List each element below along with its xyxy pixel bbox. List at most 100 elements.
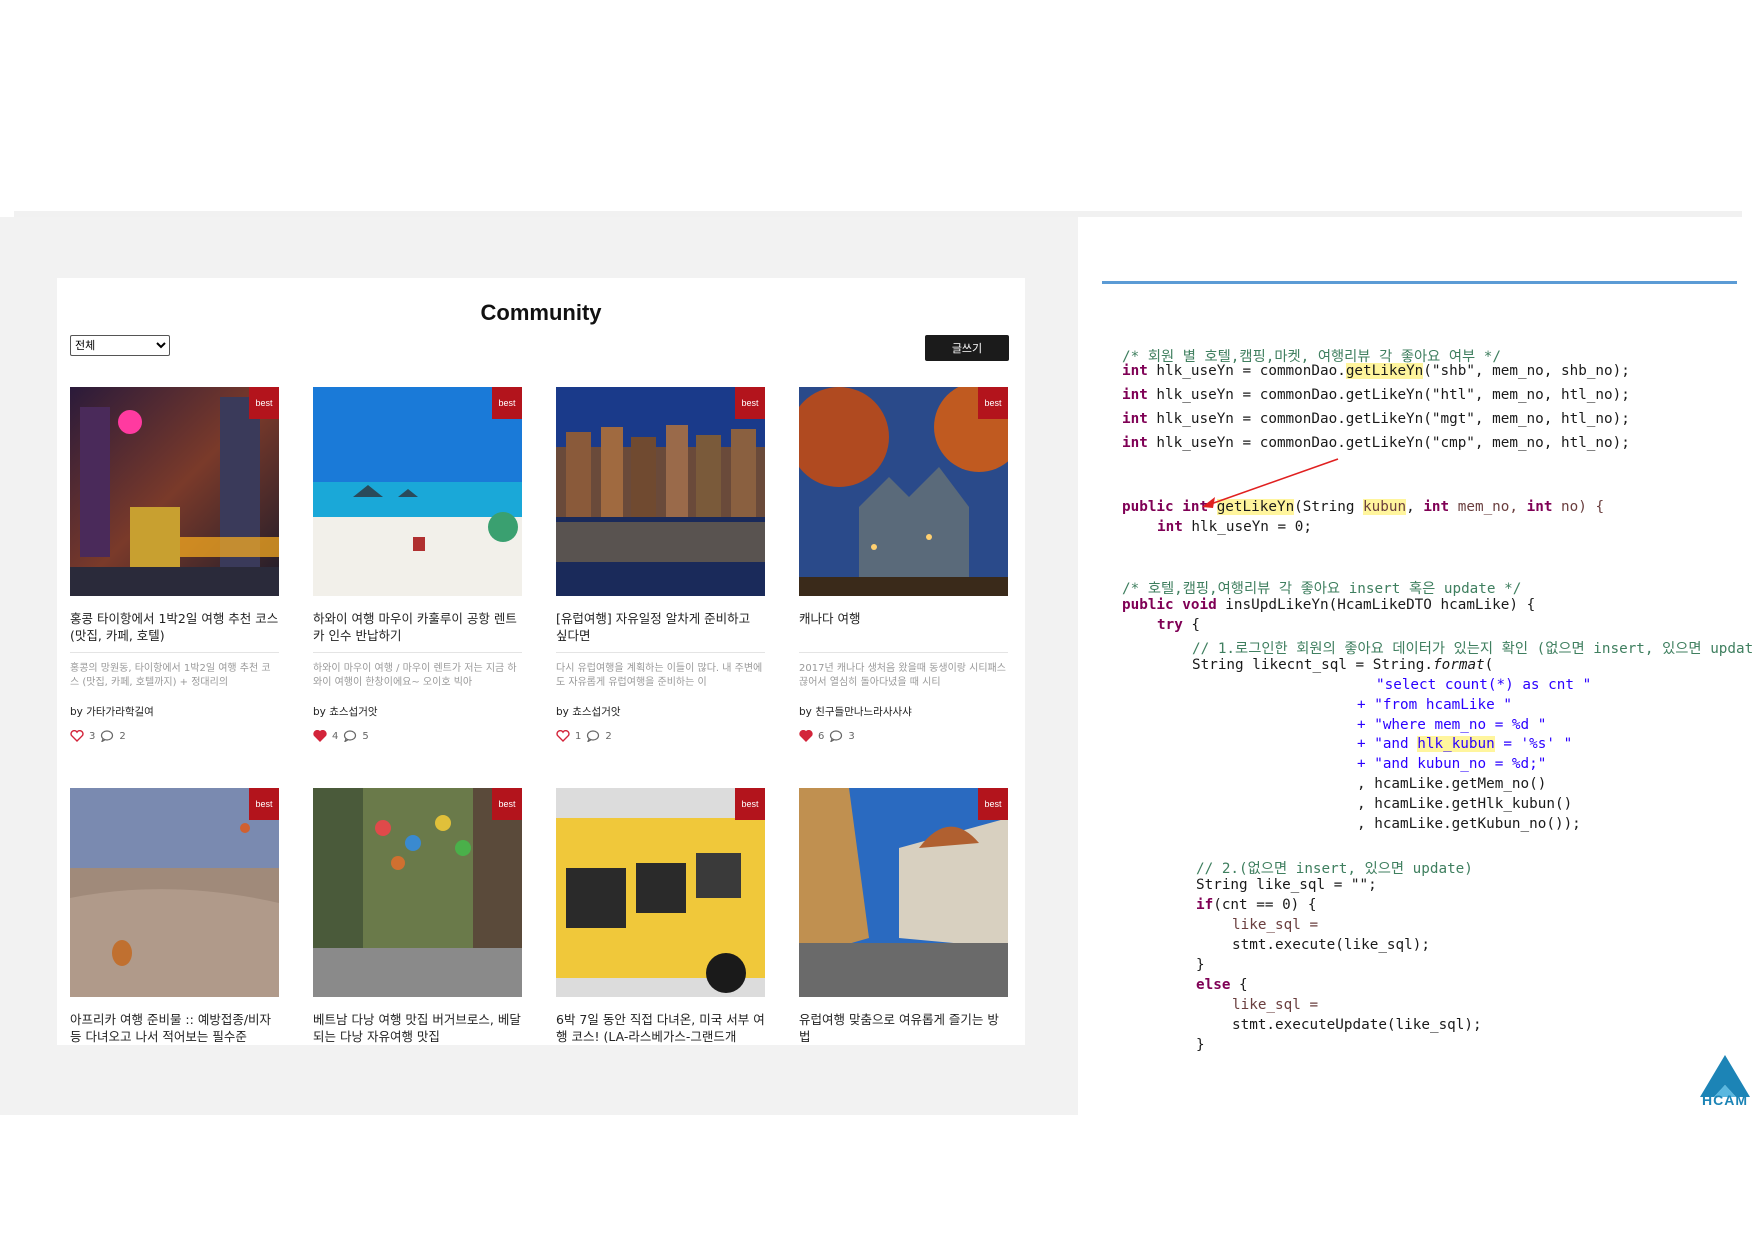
vietnam-street-image (313, 788, 522, 997)
post-title[interactable]: 베트남 다낭 여행 맛집 버거브로스, 베달 되는 다낭 자유여행 맛집 (313, 1011, 522, 1045)
florence-square-image (799, 788, 1008, 997)
post-title[interactable]: 하와이 여행 마우이 카훌루이 공항 렌트카 인수 반납하기 (313, 610, 522, 646)
code-text: hlk_useYn = commonDao. (1147, 363, 1346, 379)
comment-icon[interactable] (100, 730, 114, 742)
code-line: int hlk_useYn = commonDao.getLikeYn("mgt… (1122, 411, 1630, 427)
keyword: int (1122, 387, 1148, 403)
keyword: int (1157, 519, 1183, 535)
post-thumbnail[interactable]: best (799, 788, 1008, 997)
highlighted-call: getLikeYn (1345, 363, 1424, 379)
heart-filled-icon[interactable] (799, 730, 813, 742)
code-line: } (1196, 957, 1205, 973)
page-title: Community (480, 300, 602, 325)
code-string: + "and (1357, 736, 1418, 752)
hcam-logo-text: HCAM (1702, 1092, 1748, 1108)
keyword: int (1122, 435, 1148, 451)
code-line: if(cnt == 0) { (1196, 897, 1317, 913)
keyword: void (1182, 597, 1217, 613)
code-line: like_sql = (1232, 917, 1319, 933)
post-author: by 친구들만나느라사사샤 (799, 706, 912, 718)
post-card[interactable]: best 유럽여행 맞춤으로 여유롭게 즐기는 방법 (799, 788, 1008, 1045)
code-line: , hcamLike.getHlk_kubun() (1357, 796, 1573, 812)
post-thumbnail[interactable]: best (70, 387, 279, 596)
post-card[interactable]: best 하와이 여행 마우이 카훌루이 공항 렌트카 인수 반납하기 하와이 … (313, 387, 522, 742)
post-card[interactable]: best 캐나다 여행 2017년 캐나다 생처음 왔을때 동생이랑 시티패스 … (799, 387, 1008, 742)
keyword: public (1122, 499, 1174, 515)
code-text: mem_no, (1449, 499, 1527, 515)
heart-outline-icon[interactable] (70, 730, 84, 742)
post-title[interactable]: 캐나다 여행 (799, 610, 1008, 646)
post-title[interactable]: 유럽여행 맞춤으로 여유롭게 즐기는 방법 (799, 1011, 1008, 1045)
code-line: int hlk_useYn = commonDao.getLikeYn("htl… (1122, 387, 1630, 403)
code-text: hlk_useYn = commonDao.getLikeYn("mgt", m… (1147, 411, 1630, 427)
post-title[interactable]: [유럽여행] 자유일정 알차게 준비하고 싶다면 (556, 610, 765, 646)
canada-chateau-image (799, 387, 1008, 596)
code-text: ( (1484, 657, 1494, 673)
post-card[interactable]: best 6박 7일 동안 직접 다녀온, 미국 서부 여행 코스! (LA-라… (556, 788, 765, 1045)
best-badge: best (978, 387, 1008, 419)
code-text: (cnt == 0) { (1213, 897, 1317, 913)
post-card[interactable]: best 홍콩 타이항에서 1박2일 여행 추천 코스(맛집, 카페, 호텔) … (70, 387, 279, 742)
heart-outline-icon[interactable] (556, 730, 570, 742)
keyword: int (1423, 499, 1450, 515)
post-card[interactable]: best 베트남 다낭 여행 맛집 버거브로스, 베달 되는 다낭 자유여행 맛… (313, 788, 522, 1045)
comment-icon[interactable] (829, 730, 843, 742)
post-author: by 쵸스섭거앗 (313, 706, 378, 718)
code-line: String like_sql = ""; (1196, 877, 1377, 893)
post-excerpt: 하와이 마우이 여행 / 마우이 렌트가 저는 지금 하와이 여행이 한창이에요… (313, 663, 517, 688)
best-badge: best (735, 387, 765, 419)
post-card[interactable]: best [유럽여행] 자유일정 알차게 준비하고 싶다면 다시 유럽여행을 계… (556, 387, 765, 742)
post-excerpt: 홍콩의 망원동, 타이항에서 1박2일 여행 추천 코스 (맛집, 카페, 호텔… (70, 663, 271, 688)
code-comment: // 2.(없으면 insert, 있으면 update) (1196, 861, 1473, 877)
best-badge: best (249, 387, 279, 419)
keyword: public (1122, 597, 1174, 613)
like-count: 3 (89, 730, 96, 742)
community-page: Community 전체 글쓰기 best 홍콩 타이항에서 1박2일 여행 추… (57, 278, 1025, 1045)
highlighted-param: kubun (1363, 499, 1407, 515)
code-line: } (1196, 1037, 1205, 1053)
post-stats: 4 5 (313, 730, 522, 742)
code-string: + "where mem_no = %d " (1357, 717, 1547, 733)
post-thumbnail[interactable]: best (313, 788, 522, 997)
card-divider (313, 652, 522, 653)
heart-filled-icon[interactable] (313, 730, 327, 742)
code-comment: /* 호텔,캠핑,여행리뷰 각 좋아요 insert 혹은 update */ (1122, 581, 1522, 597)
post-thumbnail[interactable]: best (556, 387, 765, 596)
keyword: else (1196, 977, 1231, 993)
card-divider (70, 652, 279, 653)
post-thumbnail[interactable]: best (70, 788, 279, 997)
comment-icon[interactable] (586, 730, 600, 742)
code-text: { (1182, 617, 1201, 633)
post-title[interactable]: 아프리카 여행 준비물 :: 예방접종/비자 등 다녀오고 나서 적어보는 필수… (70, 1011, 279, 1045)
post-excerpt: 2017년 캐나다 생처음 왔을때 동생이랑 시티패스 끊어서 열심히 돌아다녔… (799, 663, 1006, 688)
like-count: 1 (575, 730, 582, 742)
keyword: if (1196, 897, 1214, 913)
code-line: like_sql = (1232, 997, 1319, 1013)
code-line: int hlk_useYn = commonDao.getLikeYn("shb… (1122, 363, 1630, 379)
like-count: 6 (818, 730, 825, 742)
comment-count: 5 (362, 730, 369, 742)
write-button[interactable]: 글쓰기 (925, 335, 1009, 361)
code-string: "select count(*) as cnt " (1376, 677, 1592, 693)
accent-rule (1102, 281, 1737, 284)
comment-icon[interactable] (343, 730, 357, 742)
post-title[interactable]: 6박 7일 동안 직접 다녀온, 미국 서부 여행 코스! (LA-라스베가스-… (556, 1011, 765, 1045)
los-angeles-bus-image (556, 788, 765, 997)
post-thumbnail[interactable]: best (556, 788, 765, 997)
post-thumbnail[interactable]: best (799, 387, 1008, 596)
post-card[interactable]: best 아프리카 여행 준비물 :: 예방접종/비자 등 다녀오고 나서 적어… (70, 788, 279, 1045)
category-select[interactable]: 전체 (70, 335, 170, 356)
code-line: String likecnt_sql = String.format( (1192, 657, 1493, 673)
code-line: try { (1157, 617, 1200, 633)
post-title[interactable]: 홍콩 타이항에서 1박2일 여행 추천 코스(맛집, 카페, 호텔) (70, 610, 279, 646)
post-thumbnail[interactable]: best (313, 387, 522, 596)
code-line: , hcamLike.getMem_no() (1357, 776, 1547, 792)
code-line: , hcamLike.getKubun_no()); (1357, 816, 1581, 832)
best-badge: best (249, 788, 279, 820)
code-string: + "and kubun_no = %d;" (1357, 756, 1547, 772)
code-text: insUpdLikeYn(HcamLikeDTO hcamLike) { (1216, 597, 1536, 613)
code-line: stmt.execute(like_sql); (1232, 937, 1430, 953)
keyword: try (1157, 617, 1183, 633)
comment-count: 3 (848, 730, 855, 742)
like-count: 4 (332, 730, 339, 742)
